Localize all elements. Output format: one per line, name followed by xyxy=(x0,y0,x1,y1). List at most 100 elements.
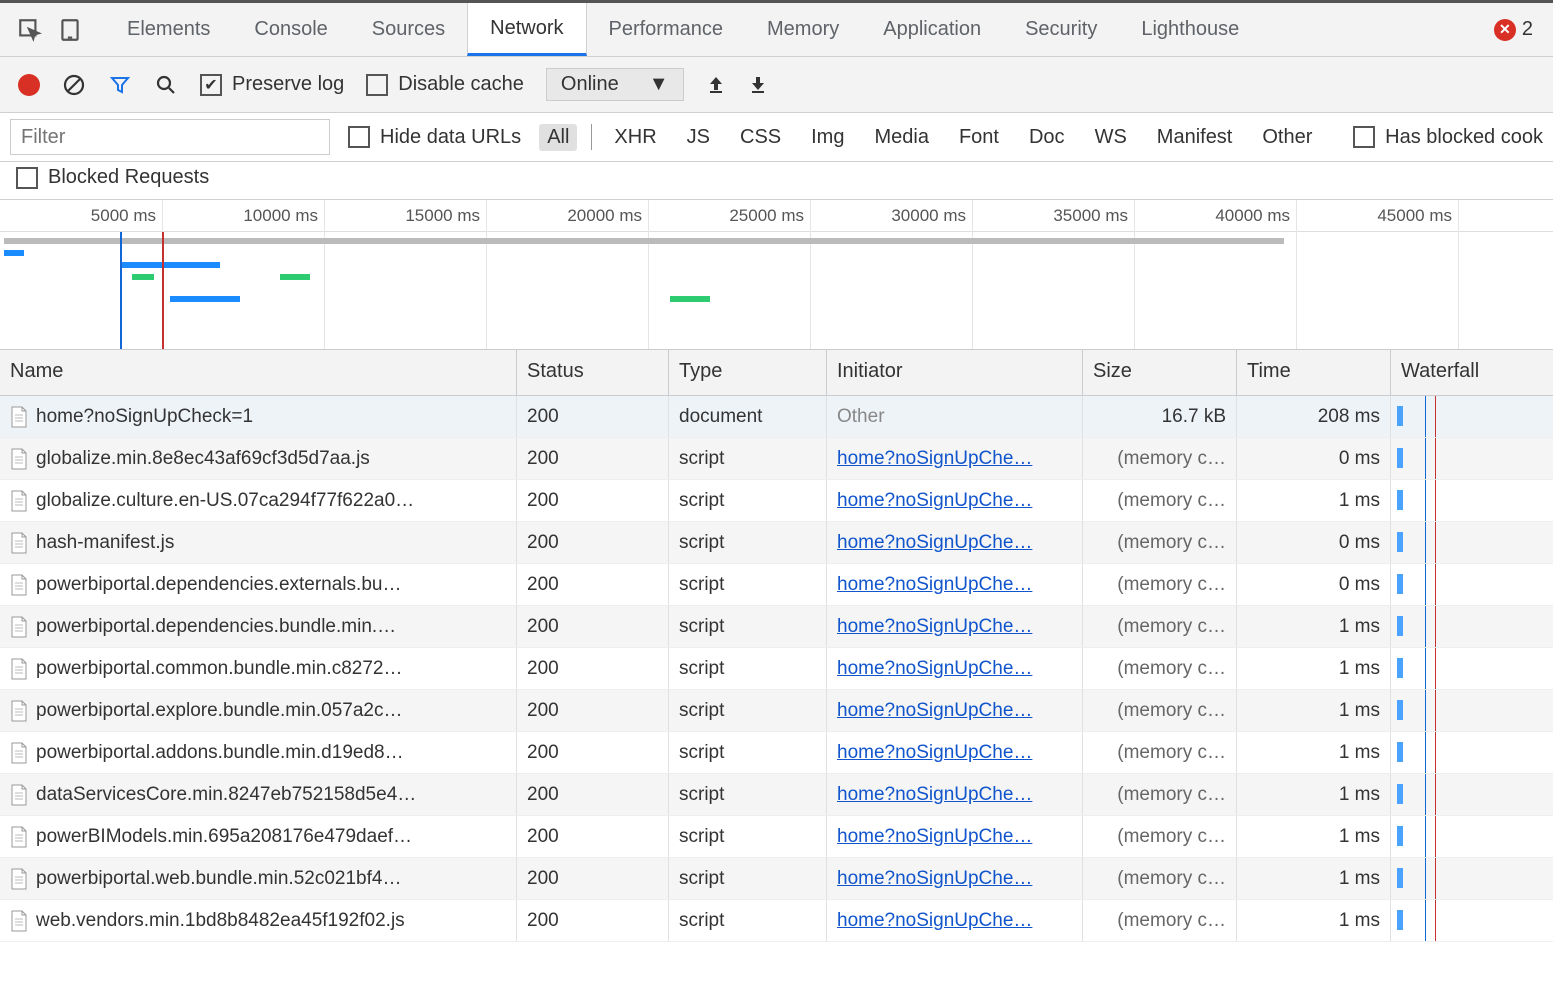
request-initiator: home?noSignUpChe… xyxy=(827,564,1083,605)
network-row[interactable]: globalize.min.8e8ec43af69cf3d5d7aa.js 200… xyxy=(0,438,1553,480)
blocked-cookies-checkbox[interactable]: Has blocked cook xyxy=(1353,126,1543,149)
clear-icon[interactable] xyxy=(62,73,86,97)
col-waterfall[interactable]: Waterfall xyxy=(1391,350,1553,395)
initiator-link[interactable]: home?noSignUpChe… xyxy=(837,658,1032,680)
blocked-requests-checkbox[interactable]: Blocked Requests xyxy=(16,166,209,189)
request-size: (memory c… xyxy=(1083,480,1237,521)
device-toggle-icon[interactable] xyxy=(50,10,90,50)
request-status: 200 xyxy=(517,396,669,437)
initiator-link[interactable]: home?noSignUpChe… xyxy=(837,742,1032,764)
network-row[interactable]: powerbiportal.common.bundle.min.c8272…20… xyxy=(0,648,1553,690)
network-row[interactable]: hash-manifest.js200scripthome?noSignUpCh… xyxy=(0,522,1553,564)
request-name: globalize.min.8e8ec43af69cf3d5d7aa.js xyxy=(36,448,370,470)
initiator-link[interactable]: home?noSignUpChe… xyxy=(837,700,1032,722)
network-row[interactable]: powerbiportal.dependencies.bundle.min.…2… xyxy=(0,606,1553,648)
col-name[interactable]: Name xyxy=(0,350,517,395)
initiator-link[interactable]: home?noSignUpChe… xyxy=(837,574,1032,596)
initiator-link[interactable]: home?noSignUpChe… xyxy=(837,868,1032,890)
request-time: 1 ms xyxy=(1237,816,1391,857)
disable-cache-checkbox[interactable]: Disable cache xyxy=(366,73,524,96)
network-row[interactable]: powerbiportal.explore.bundle.min.057a2c…… xyxy=(0,690,1553,732)
throttling-select[interactable]: Online ▼ xyxy=(546,68,684,101)
network-row[interactable]: home?noSignUpCheck=1200documentOther16.7… xyxy=(0,396,1553,438)
waterfall-cell xyxy=(1391,606,1553,647)
col-status[interactable]: Status xyxy=(517,350,669,395)
error-icon: ✕ xyxy=(1494,19,1516,41)
network-row[interactable]: web.vendors.min.1bd8b8482ea45f192f02.js2… xyxy=(0,900,1553,942)
request-status: 200 xyxy=(517,690,669,731)
upload-har-icon[interactable] xyxy=(706,75,726,95)
request-initiator: home?noSignUpChe… xyxy=(827,732,1083,773)
filter-type-xhr[interactable]: XHR xyxy=(606,124,664,151)
network-row[interactable]: globalize.culture.en-US.07ca294f77f622a0… xyxy=(0,480,1553,522)
tab-network[interactable]: Network xyxy=(467,3,586,56)
request-status: 200 xyxy=(517,438,669,479)
request-initiator: home?noSignUpChe… xyxy=(827,774,1083,815)
filter-type-img[interactable]: Img xyxy=(803,124,852,151)
request-initiator: home?noSignUpChe… xyxy=(827,648,1083,689)
request-initiator: home?noSignUpChe… xyxy=(827,858,1083,899)
request-status: 200 xyxy=(517,564,669,605)
filter-type-js[interactable]: JS xyxy=(679,124,718,151)
filter-type-doc[interactable]: Doc xyxy=(1021,124,1073,151)
filter-type-other[interactable]: Other xyxy=(1254,124,1320,151)
request-size: (memory c… xyxy=(1083,564,1237,605)
initiator-link[interactable]: home?noSignUpChe… xyxy=(837,490,1032,512)
timeline-overview[interactable]: 5000 ms10000 ms15000 ms20000 ms25000 ms3… xyxy=(0,200,1553,350)
filter-icon[interactable] xyxy=(108,73,132,97)
network-row[interactable]: powerbiportal.addons.bundle.min.d19ed8…2… xyxy=(0,732,1553,774)
initiator-link[interactable]: home?noSignUpChe… xyxy=(837,532,1032,554)
network-row[interactable]: powerbiportal.dependencies.externals.bu…… xyxy=(0,564,1553,606)
tab-security[interactable]: Security xyxy=(1003,3,1119,56)
request-size: (memory c… xyxy=(1083,648,1237,689)
tab-application[interactable]: Application xyxy=(861,3,1003,56)
initiator-link[interactable]: home?noSignUpChe… xyxy=(837,448,1032,470)
col-time[interactable]: Time xyxy=(1237,350,1391,395)
filter-type-font[interactable]: Font xyxy=(951,124,1007,151)
filter-type-media[interactable]: Media xyxy=(866,124,936,151)
tab-sources[interactable]: Sources xyxy=(350,3,467,56)
request-time: 0 ms xyxy=(1237,438,1391,479)
filter-type-manifest[interactable]: Manifest xyxy=(1149,124,1241,151)
tab-memory[interactable]: Memory xyxy=(745,3,861,56)
preserve-log-checkbox[interactable]: Preserve log xyxy=(200,73,344,96)
col-initiator[interactable]: Initiator xyxy=(827,350,1083,395)
timeline-tick: 30000 ms xyxy=(891,206,966,226)
tab-lighthouse[interactable]: Lighthouse xyxy=(1119,3,1261,56)
request-initiator: home?noSignUpChe… xyxy=(827,900,1083,941)
waterfall-cell xyxy=(1391,900,1553,941)
tab-console[interactable]: Console xyxy=(232,3,349,56)
record-button[interactable] xyxy=(18,74,40,96)
timeline-tick: 15000 ms xyxy=(405,206,480,226)
network-row[interactable]: powerbiportal.web.bundle.min.52c021bf4…2… xyxy=(0,858,1553,900)
waterfall-cell xyxy=(1391,522,1553,563)
col-type[interactable]: Type xyxy=(669,350,827,395)
col-size[interactable]: Size xyxy=(1083,350,1237,395)
request-size: (memory c… xyxy=(1083,774,1237,815)
hide-data-urls-checkbox[interactable]: Hide data URLs xyxy=(348,126,521,149)
request-time: 1 ms xyxy=(1237,606,1391,647)
request-type: script xyxy=(669,648,827,689)
error-badge[interactable]: ✕ 2 xyxy=(1494,18,1533,41)
initiator-link[interactable]: home?noSignUpChe… xyxy=(837,616,1032,638)
initiator-link[interactable]: home?noSignUpChe… xyxy=(837,826,1032,848)
request-time: 208 ms xyxy=(1237,396,1391,437)
request-time: 1 ms xyxy=(1237,858,1391,899)
initiator-link[interactable]: home?noSignUpChe… xyxy=(837,910,1032,932)
initiator-link[interactable]: home?noSignUpChe… xyxy=(837,784,1032,806)
inspect-element-icon[interactable] xyxy=(10,10,50,50)
request-name: powerbiportal.web.bundle.min.52c021bf4… xyxy=(36,868,401,890)
filter-type-ws[interactable]: WS xyxy=(1087,124,1135,151)
tab-elements[interactable]: Elements xyxy=(105,3,232,56)
filter-type-css[interactable]: CSS xyxy=(732,124,789,151)
timeline-tick: 45000 ms xyxy=(1377,206,1452,226)
waterfall-cell xyxy=(1391,816,1553,857)
tab-performance[interactable]: Performance xyxy=(587,3,746,56)
network-row[interactable]: dataServicesCore.min.8247eb752158d5e4…20… xyxy=(0,774,1553,816)
filter-type-all[interactable]: All xyxy=(539,124,577,151)
download-har-icon[interactable] xyxy=(748,75,768,95)
network-row[interactable]: powerBIModels.min.695a208176e479daef…200… xyxy=(0,816,1553,858)
search-icon[interactable] xyxy=(154,73,178,97)
request-time: 1 ms xyxy=(1237,648,1391,689)
filter-input[interactable] xyxy=(10,119,330,155)
